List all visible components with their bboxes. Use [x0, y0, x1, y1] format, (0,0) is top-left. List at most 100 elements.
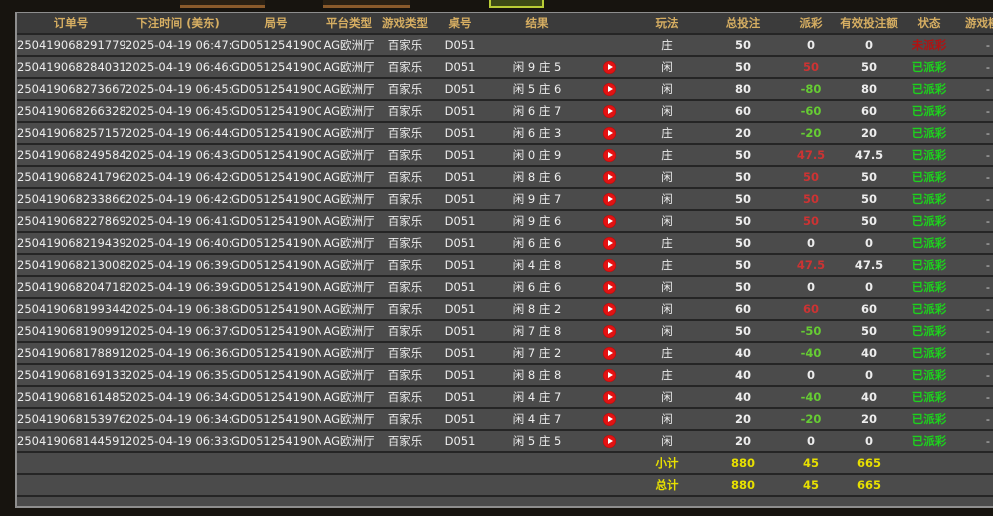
- green-action-button[interactable]: [489, 0, 544, 8]
- cell-replay: [587, 409, 631, 431]
- cell-bet_time: 2025-04-19 06:41:23: [125, 211, 231, 233]
- cell-replay: [587, 233, 631, 255]
- replay-play-icon[interactable]: [603, 391, 616, 404]
- cell-order_no: 250419068190991: [17, 321, 125, 343]
- replay-play-icon[interactable]: [603, 369, 616, 382]
- cell-game_mode: -: [959, 211, 993, 233]
- cell-status: 已派彩: [899, 409, 959, 431]
- cell-play: 闲: [631, 167, 703, 189]
- cell-play: 闲: [631, 211, 703, 233]
- cell-replay: [587, 299, 631, 321]
- cell-replay: [587, 123, 631, 145]
- cell-valid_bet: 50: [839, 189, 899, 211]
- col-header-valid_bet: 有效投注额: [839, 13, 899, 35]
- replay-play-icon[interactable]: [603, 347, 616, 360]
- cell-round_no: GD051254190NQ: [231, 409, 321, 431]
- cell-payout: -40: [783, 387, 839, 409]
- cell-play: 闲: [631, 387, 703, 409]
- cell-bet_time: 2025-04-19 06:46:39: [125, 57, 231, 79]
- cell-total_bet: 50: [703, 211, 783, 233]
- cell-valid_bet: 47.5: [839, 145, 899, 167]
- replay-play-icon[interactable]: [603, 193, 616, 206]
- cell-platform: AG欧洲厅: [321, 211, 377, 233]
- cell-table_no: D051: [433, 343, 487, 365]
- cell-replay: [587, 167, 631, 189]
- cell-total_bet: 20: [703, 431, 783, 453]
- cell-play: 闲: [631, 101, 703, 123]
- cell-table_no: D051: [433, 145, 487, 167]
- cell-payout: 0: [783, 365, 839, 387]
- cell-replay: [587, 145, 631, 167]
- grand-total-row-total_bet: 880: [703, 475, 783, 497]
- cell-status: 已派彩: [899, 387, 959, 409]
- replay-play-icon[interactable]: [603, 61, 616, 74]
- replay-play-icon[interactable]: [603, 105, 616, 118]
- cell-play: 庄: [631, 35, 703, 57]
- cell-platform: AG欧洲厅: [321, 387, 377, 409]
- cell-table_no: D051: [433, 365, 487, 387]
- cell-table_no: D051: [433, 79, 487, 101]
- cell-result: 闲 6 庄 7: [487, 101, 587, 123]
- replay-play-icon[interactable]: [603, 215, 616, 228]
- cell-bet_time: 2025-04-19 06:43:30: [125, 145, 231, 167]
- cell-order_no: 250419068219439: [17, 233, 125, 255]
- cell-valid_bet: 20: [839, 409, 899, 431]
- brown-tab-2[interactable]: [323, 0, 410, 8]
- cell-total_bet: 80: [703, 79, 783, 101]
- cell-bet_time: 2025-04-19 06:44:10: [125, 123, 231, 145]
- cell-bet_time: 2025-04-19 06:42:47: [125, 167, 231, 189]
- replay-play-icon[interactable]: [603, 281, 616, 294]
- cell-replay: [587, 343, 631, 365]
- replay-play-icon[interactable]: [603, 435, 616, 448]
- cell-game_mode: -: [959, 431, 993, 453]
- replay-play-icon[interactable]: [603, 413, 616, 426]
- cell-game_mode: -: [959, 343, 993, 365]
- replay-play-icon[interactable]: [603, 83, 616, 96]
- replay-play-icon[interactable]: [603, 237, 616, 250]
- cell-status: 已派彩: [899, 123, 959, 145]
- cell-total_bet: 50: [703, 35, 783, 57]
- cell-game_type: 百家乐: [377, 255, 433, 277]
- cell-total_bet: 50: [703, 189, 783, 211]
- grand-total-row-play: 总计: [631, 475, 703, 497]
- cell-table_no: D051: [433, 277, 487, 299]
- cell-payout: 0: [783, 233, 839, 255]
- cell-game_type: 百家乐: [377, 431, 433, 453]
- replay-play-icon[interactable]: [603, 303, 616, 316]
- cell-platform: AG欧洲厅: [321, 35, 377, 57]
- cell-result: [487, 35, 587, 57]
- cell-valid_bet: 0: [839, 365, 899, 387]
- replay-play-icon[interactable]: [603, 325, 616, 338]
- replay-play-icon[interactable]: [603, 127, 616, 140]
- cell-valid_bet: 47.5: [839, 255, 899, 277]
- cell-platform: AG欧洲厅: [321, 343, 377, 365]
- cell-game_mode: -: [959, 79, 993, 101]
- cell-result: 闲 6 庄 6: [487, 277, 587, 299]
- subtotal-row-table_no: [433, 453, 487, 475]
- cell-result: 闲 7 庄 8: [487, 321, 587, 343]
- subtotal-row-platform: [321, 453, 377, 475]
- replay-play-icon[interactable]: [603, 149, 616, 162]
- bet-records-screen: { "top_bar": { "buttons": [ {"name": "br…: [0, 0, 993, 516]
- cell-game_mode: -: [959, 101, 993, 123]
- replay-play-icon[interactable]: [603, 259, 616, 272]
- cell-game_type: 百家乐: [377, 299, 433, 321]
- cell-payout: 50: [783, 57, 839, 79]
- cell-replay: [587, 79, 631, 101]
- cell-replay: [587, 57, 631, 79]
- cell-round_no: GD051254190O3: [231, 123, 321, 145]
- col-header-table_no: 桌号: [433, 13, 487, 35]
- cell-result: 闲 8 庄 6: [487, 167, 587, 189]
- replay-play-icon[interactable]: [603, 171, 616, 184]
- brown-tab-1[interactable]: [180, 0, 265, 8]
- cell-order_no: 250419068199344: [17, 299, 125, 321]
- cell-round_no: GD051254190O2: [231, 145, 321, 167]
- cell-game_mode: -: [959, 189, 993, 211]
- cell-result: 闲 9 庄 7: [487, 189, 587, 211]
- records-grid: 订单号下注时间 (美东)局号平台类型游戏类型桌号结果玩法总投注派彩有效投注额状态…: [17, 13, 993, 506]
- cell-status: 已派彩: [899, 343, 959, 365]
- cell-result: 闲 8 庄 8: [487, 365, 587, 387]
- table-row: 2504190682495842025-04-19 06:43:30GD0512…: [17, 145, 993, 167]
- cell-game_mode: -: [959, 145, 993, 167]
- cell-play: 庄: [631, 123, 703, 145]
